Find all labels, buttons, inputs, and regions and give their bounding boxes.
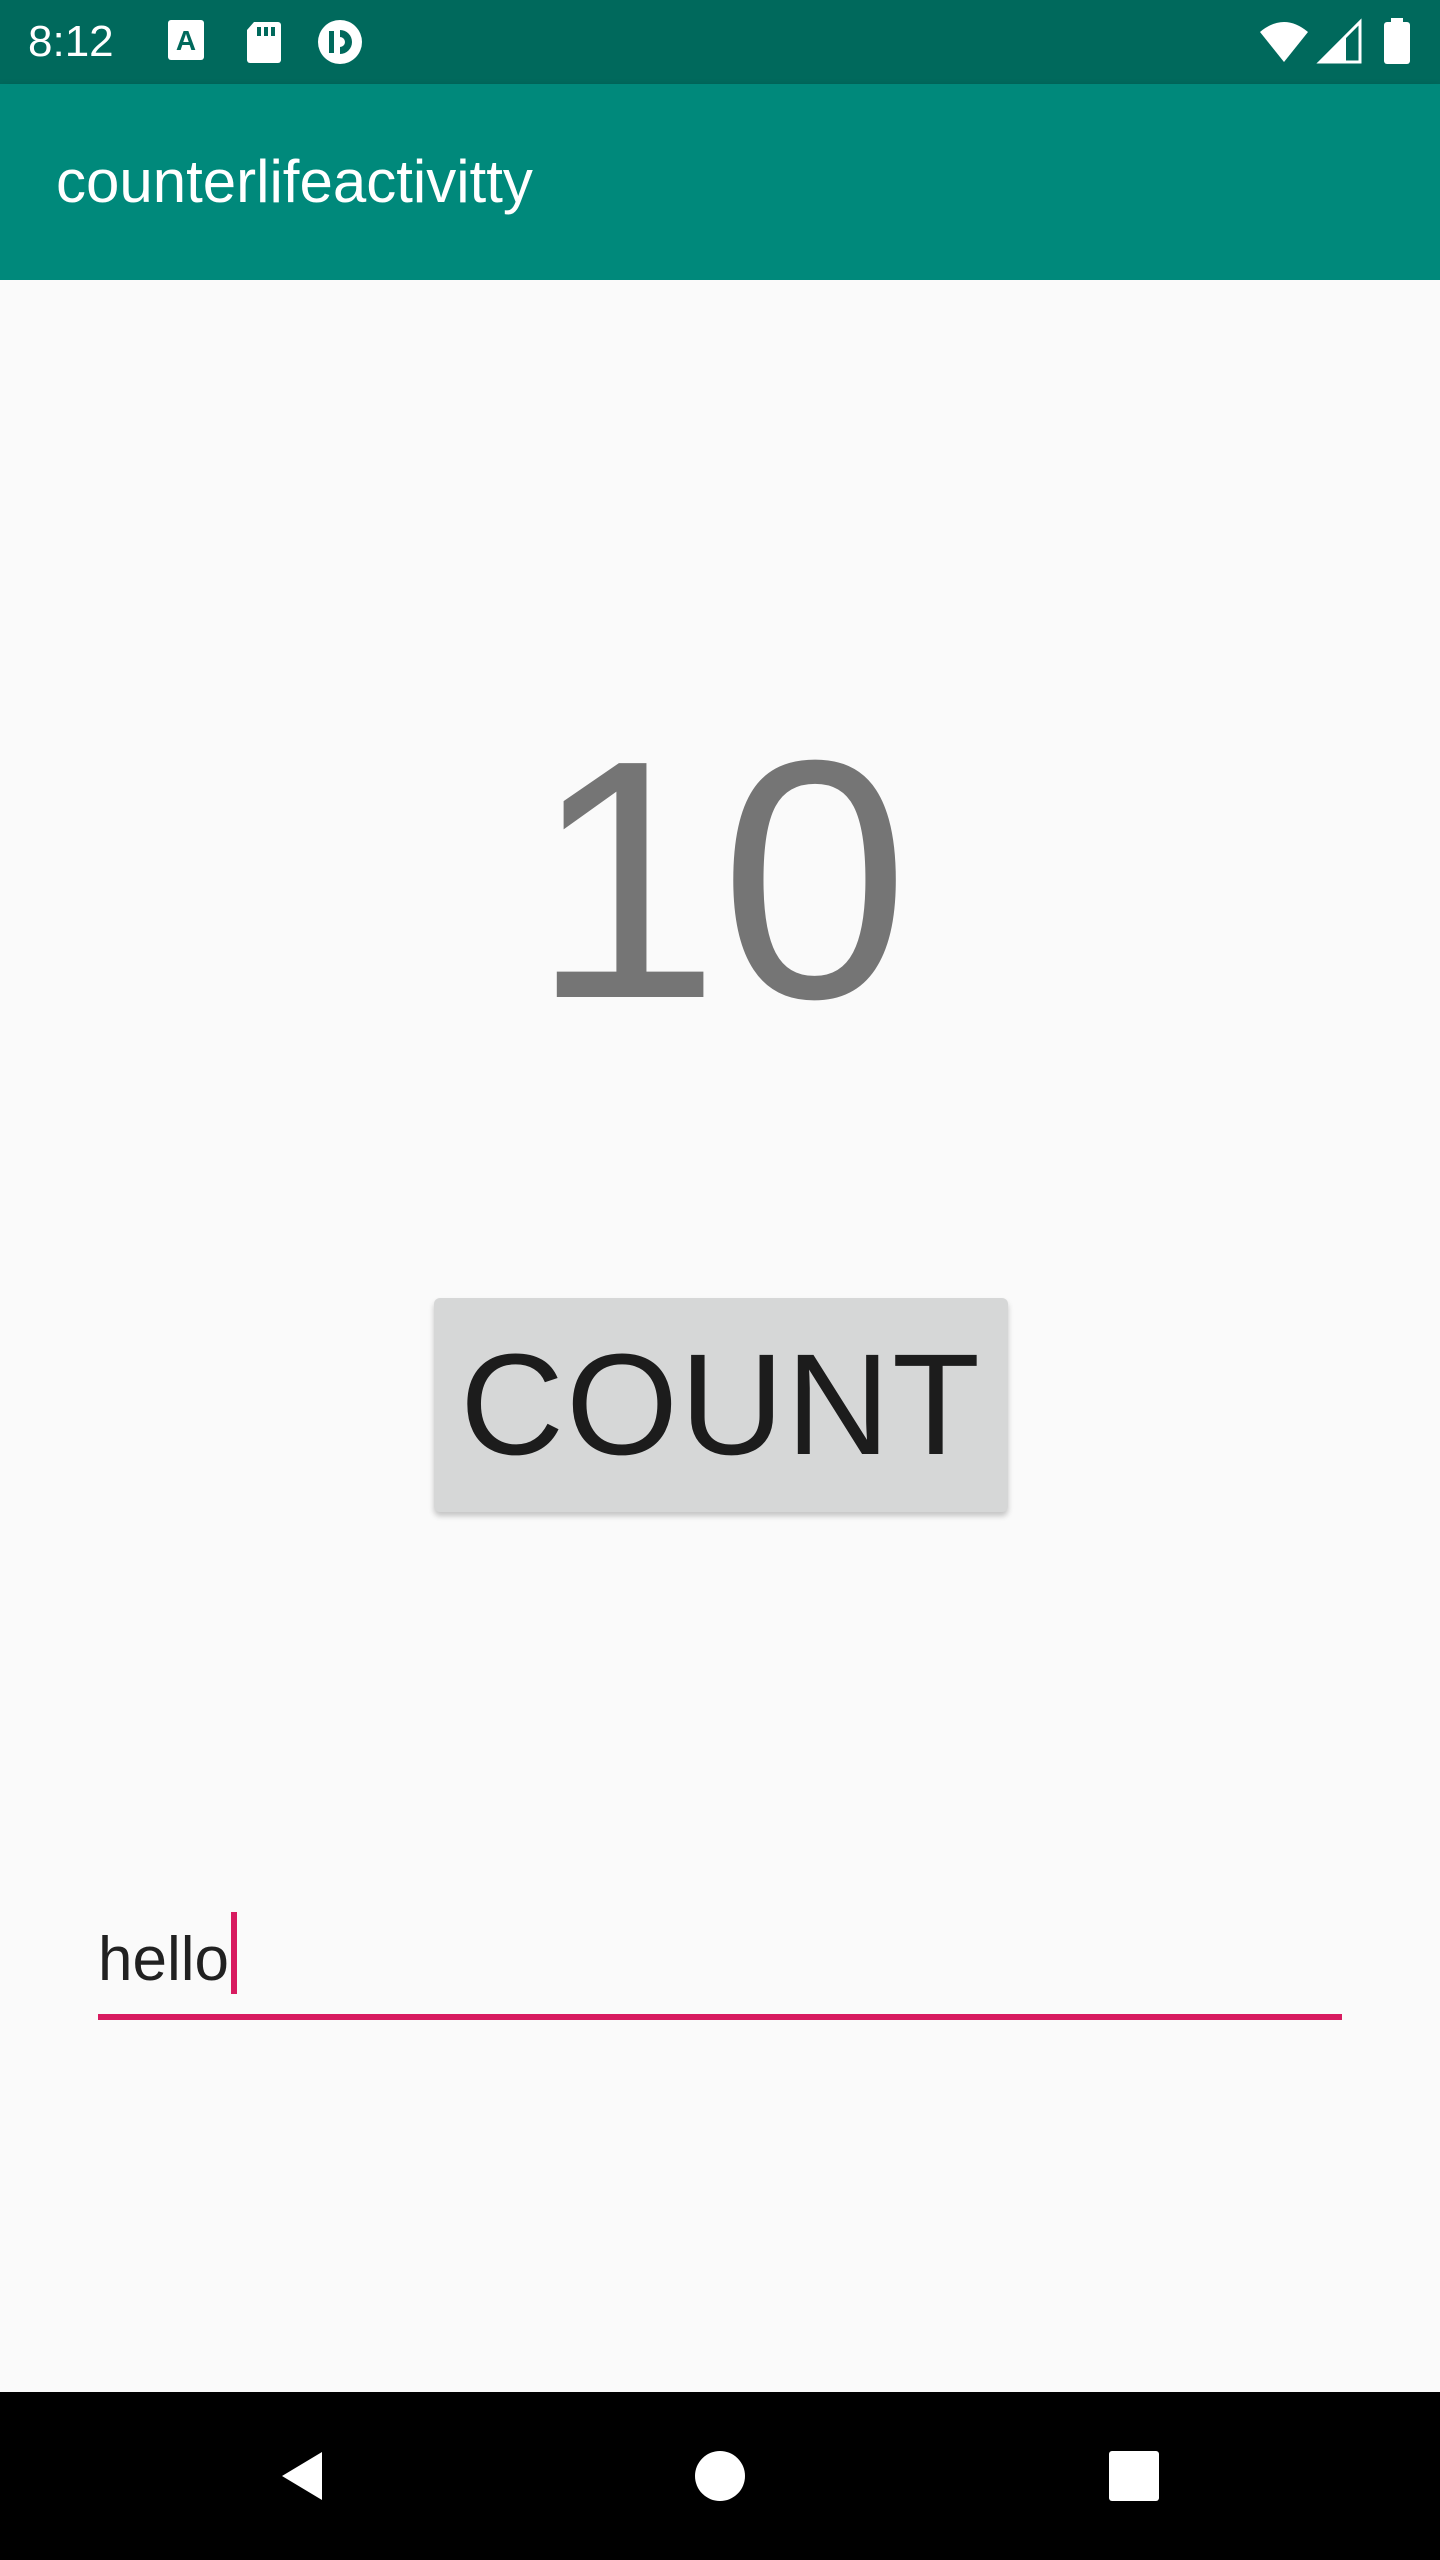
back-icon[interactable] bbox=[260, 2434, 344, 2518]
navigation-bar bbox=[0, 2392, 1440, 2560]
text-input-value[interactable]: hello bbox=[98, 1910, 237, 2010]
main-content: 10 COUNT hello bbox=[0, 280, 1440, 2392]
text-input-content: hello bbox=[98, 1925, 229, 1994]
text-input-field[interactable]: hello bbox=[98, 1910, 1342, 2020]
svg-text:A: A bbox=[176, 25, 196, 56]
font-a-icon: A bbox=[166, 18, 214, 66]
text-input-underline bbox=[98, 2014, 1342, 2020]
recents-icon[interactable] bbox=[1092, 2434, 1176, 2518]
sd-card-icon bbox=[244, 18, 292, 66]
count-display: 10 bbox=[530, 690, 910, 1070]
wifi-icon bbox=[1258, 18, 1308, 66]
status-time: 8:12 bbox=[28, 17, 114, 66]
text-cursor bbox=[231, 1912, 237, 1994]
status-bar: 8:12 A bbox=[0, 0, 1440, 84]
cell-signal-icon bbox=[1316, 18, 1364, 66]
home-icon[interactable] bbox=[678, 2434, 762, 2518]
battery-icon bbox=[1382, 18, 1430, 66]
app-bar: counterlifeactivitty bbox=[0, 84, 1440, 280]
sync-circle-icon bbox=[316, 18, 364, 66]
count-button[interactable]: COUNT bbox=[434, 1298, 1008, 1512]
app-title: counterlifeactivitty bbox=[56, 148, 533, 215]
